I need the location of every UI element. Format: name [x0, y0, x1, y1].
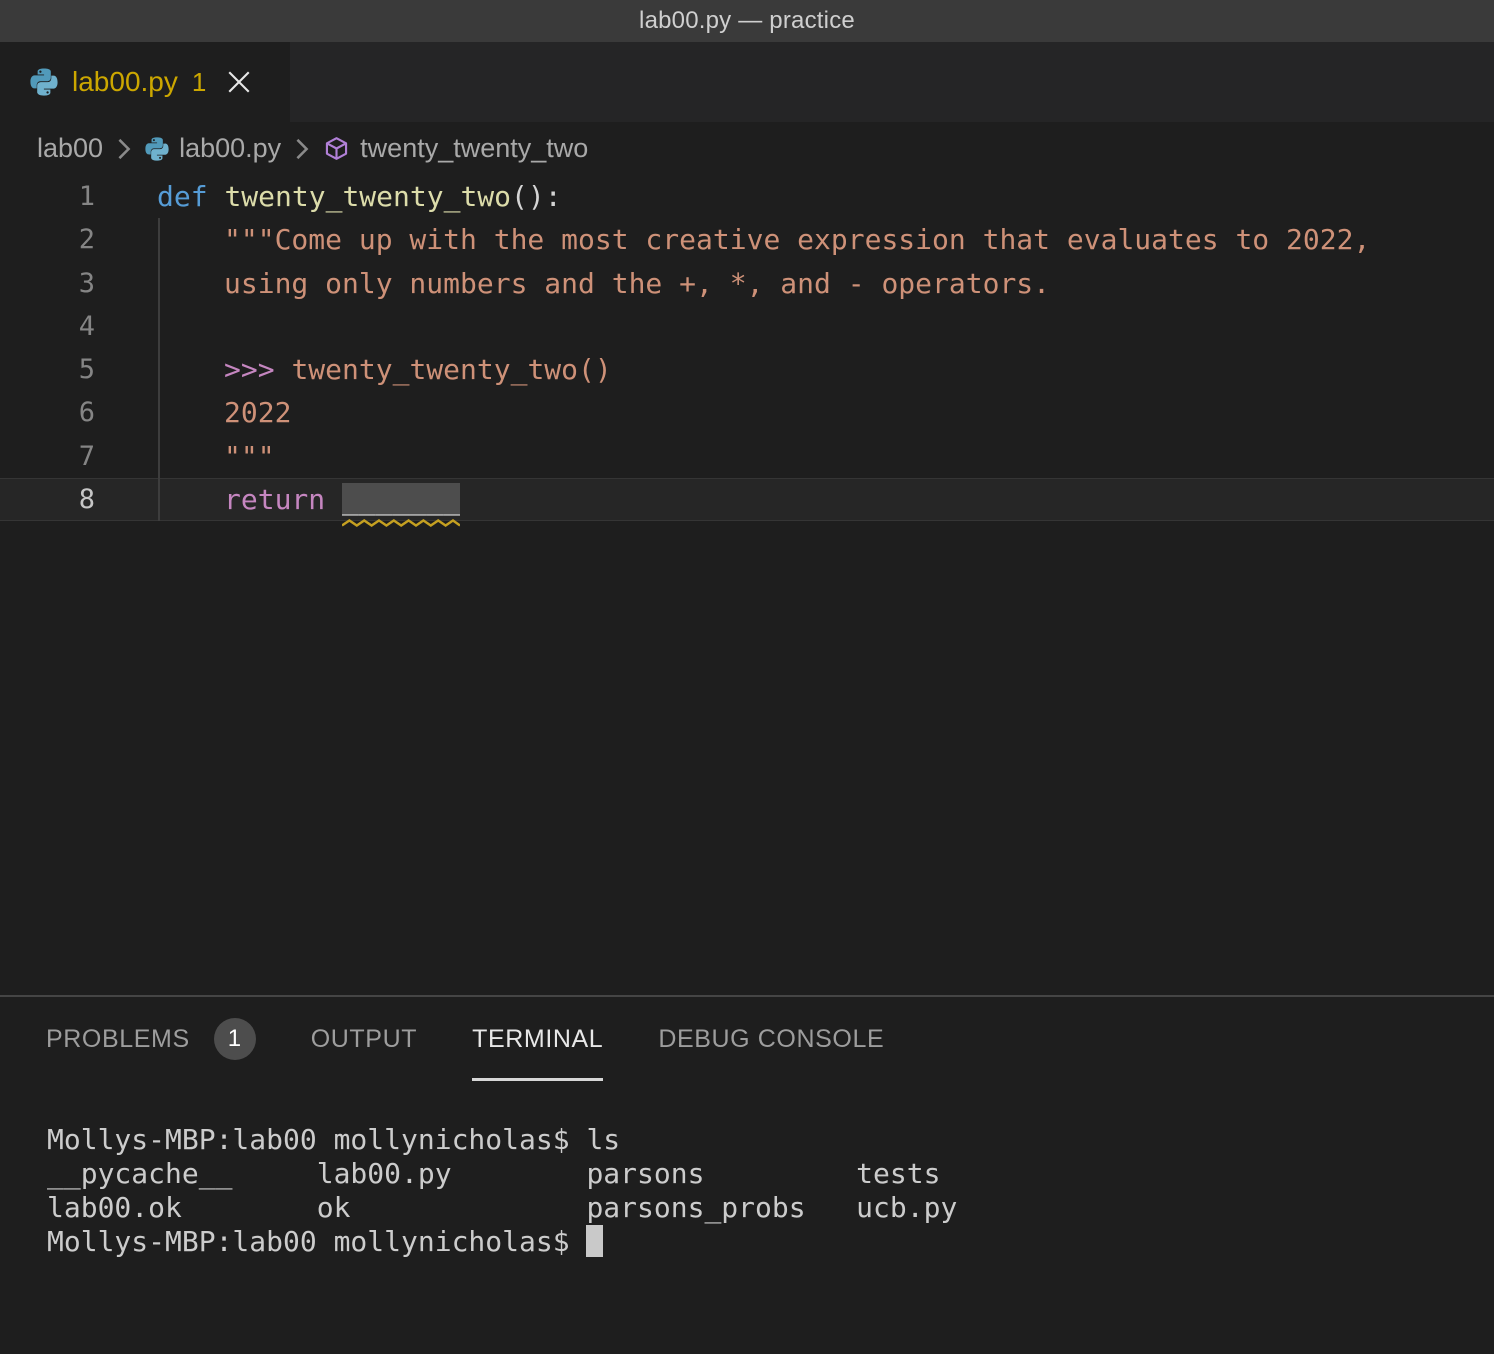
- tab-terminal[interactable]: TERMINAL: [472, 997, 603, 1081]
- tab-filename: lab00.py: [72, 66, 178, 98]
- code-text[interactable]: def twenty_twenty_two():: [157, 175, 1494, 218]
- code-line-8[interactable]: 8 return _______: [0, 478, 1494, 521]
- tab-output[interactable]: OUTPUT: [311, 997, 417, 1081]
- code-line-1[interactable]: 1 def twenty_twenty_two():: [0, 175, 1494, 218]
- code-text[interactable]: """Come up with the most creative expres…: [157, 218, 1494, 261]
- python-icon: [145, 137, 169, 161]
- tab-lab00-py[interactable]: lab00.py 1: [0, 42, 290, 122]
- editor-tab-bar: lab00.py 1: [0, 42, 1494, 122]
- token-punctuation: ():: [511, 180, 562, 213]
- chevron-right-icon: [117, 138, 131, 160]
- token-doctest-prompt: >>>: [224, 353, 291, 386]
- symbol-namespace-icon: [323, 135, 350, 162]
- line-number: 8: [0, 478, 95, 521]
- window-title: lab00.py — practice: [639, 7, 855, 35]
- breadcrumb-folder[interactable]: lab00: [37, 133, 103, 164]
- close-icon[interactable]: [226, 69, 252, 95]
- code-line-7[interactable]: 7 """: [0, 435, 1494, 478]
- code-line-5[interactable]: 5 >>> twenty_twenty_two(): [0, 348, 1494, 391]
- code-text[interactable]: return _______: [157, 478, 1494, 521]
- token-keyword: def: [157, 180, 224, 213]
- problems-count-badge: 1: [214, 1018, 256, 1060]
- line-number: 6: [0, 391, 95, 434]
- code-text[interactable]: """: [157, 435, 1494, 478]
- token-docstring: """: [224, 440, 275, 473]
- code-line-4[interactable]: 4: [0, 305, 1494, 348]
- line-number: 3: [0, 262, 95, 305]
- token-docstring: twenty_twenty_two(): [291, 353, 611, 386]
- warning-squiggle-icon: [342, 519, 460, 527]
- terminal-prompt: Mollys-MBP:lab00 mollynicholas$: [47, 1225, 586, 1258]
- line-number: 7: [0, 435, 95, 478]
- code-text[interactable]: >>> twenty_twenty_two(): [157, 348, 1494, 391]
- line-number: 1: [0, 175, 95, 218]
- breadcrumb-file[interactable]: lab00.py: [179, 133, 281, 164]
- token-docstring: 2022: [224, 396, 291, 429]
- terminal-cursor: [586, 1225, 603, 1257]
- code-line-3[interactable]: 3 using only numbers and the +, *, and -…: [0, 262, 1494, 305]
- selected-blank[interactable]: _______: [342, 478, 460, 521]
- tab-problem-count: 1: [192, 67, 206, 98]
- line-number: 4: [0, 305, 95, 348]
- title-bar: lab00.py — practice: [0, 0, 1494, 42]
- line-number: 5: [0, 348, 95, 391]
- code-line-6[interactable]: 6 2022: [0, 391, 1494, 434]
- token-docstring: """Come up with the most creative expres…: [224, 223, 1370, 256]
- tab-debug-console[interactable]: DEBUG CONSOLE: [658, 997, 884, 1081]
- code-editor[interactable]: 1 def twenty_twenty_two(): 2 """Come up …: [0, 175, 1494, 995]
- vscode-window: lab00.py — practice lab00.py 1 lab00: [0, 0, 1494, 1354]
- terminal-line: Mollys-MBP:lab00 mollynicholas$ ls: [47, 1123, 1494, 1157]
- python-icon: [30, 68, 58, 96]
- token-blank-underscores: _______: [342, 483, 460, 516]
- terminal-line: __pycache__ lab00.py parsons tests: [47, 1157, 1494, 1191]
- terminal-view[interactable]: Mollys-MBP:lab00 mollynicholas$ ls __pyc…: [0, 1081, 1494, 1259]
- code-text[interactable]: using only numbers and the +, *, and - o…: [157, 262, 1494, 305]
- chevron-right-icon: [295, 138, 309, 160]
- token-docstring: using only numbers and the +, *, and - o…: [224, 267, 1050, 300]
- tab-problems[interactable]: PROBLEMS 1: [46, 997, 256, 1081]
- panel-tab-bar: PROBLEMS 1 OUTPUT TERMINAL DEBUG CONSOLE: [0, 997, 1494, 1081]
- breadcrumb: lab00 lab00.py twenty_twenty_two: [0, 122, 1494, 175]
- code-line-2[interactable]: 2 """Come up with the most creative expr…: [0, 218, 1494, 261]
- token-function-name: twenty_twenty_two: [224, 180, 511, 213]
- breadcrumb-symbol[interactable]: twenty_twenty_two: [360, 133, 588, 164]
- code-text[interactable]: [157, 305, 1494, 348]
- terminal-line: lab00.ok ok parsons_probs ucb.py: [47, 1191, 1494, 1225]
- bottom-panel: PROBLEMS 1 OUTPUT TERMINAL DEBUG CONSOLE…: [0, 995, 1494, 1354]
- terminal-prompt-line: Mollys-MBP:lab00 mollynicholas$: [47, 1225, 1494, 1259]
- line-number: 2: [0, 218, 95, 261]
- token-keyword: return: [224, 483, 342, 516]
- code-text[interactable]: 2022: [157, 391, 1494, 434]
